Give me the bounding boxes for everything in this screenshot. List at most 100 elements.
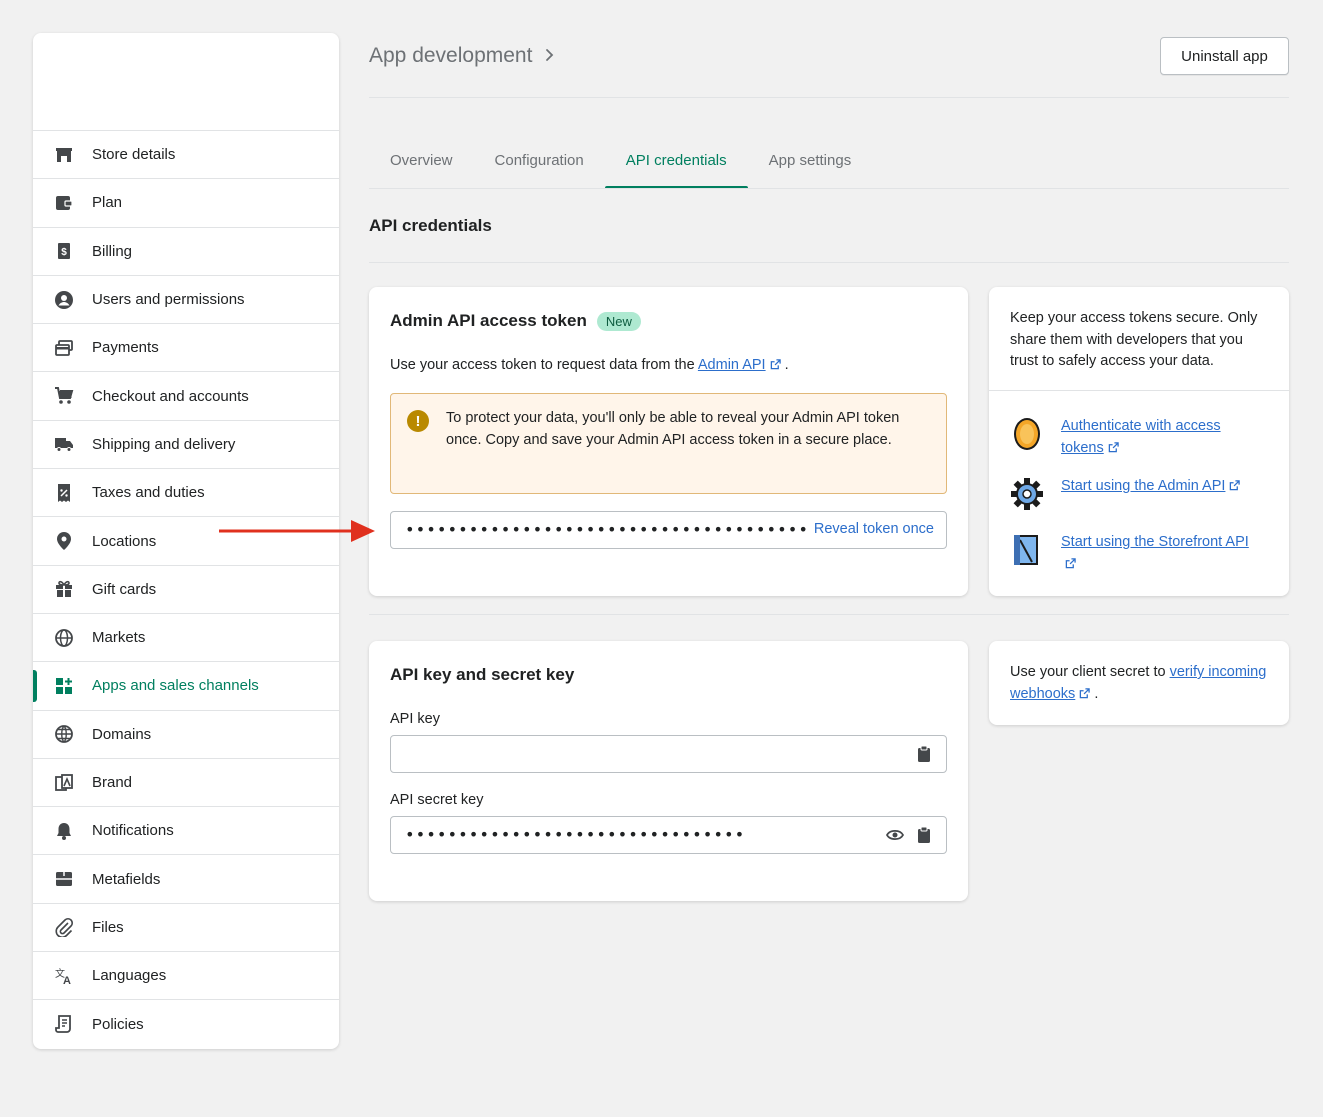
sidebar-item-label: Policies [92, 1015, 144, 1033]
sidebar-item-checkout-and-accounts[interactable]: Checkout and accounts [33, 372, 339, 421]
webhook-card: Use your client secret to verify incomin… [989, 641, 1289, 725]
token-mask: •••••••••••••••••••••••••••••••••••••• [405, 520, 810, 539]
admin-token-field[interactable]: •••••••••••••••••••••••••••••••••••••• R… [390, 511, 947, 549]
coin-icon [1014, 418, 1040, 450]
location-pin-icon [53, 530, 75, 552]
external-link-icon [1080, 687, 1091, 698]
external-link-icon [1065, 557, 1076, 568]
resource-admin-api: Start using the Admin API [1010, 476, 1241, 512]
description-suffix: . [780, 357, 789, 373]
cart-icon [53, 385, 75, 407]
api-keys-title: API key and secret key [390, 665, 575, 684]
admin-api-link[interactable]: Admin API [698, 357, 766, 373]
sidebar-item-label: Files [92, 918, 124, 936]
sidebar-item-billing[interactable]: $ Billing [33, 228, 339, 276]
sidebar-item-label: Apps and sales channels [92, 677, 259, 695]
tax-icon [53, 482, 75, 504]
external-link-icon [770, 359, 781, 370]
sidebar-item-files[interactable]: Files [33, 904, 339, 953]
admin-token-title: Admin API access token New [390, 311, 641, 331]
svg-text:A: A [63, 975, 71, 986]
sidebar-item-label: Locations [92, 532, 157, 550]
sidebar-item-users-and-permissions[interactable]: Users and permissions [33, 276, 339, 325]
resource-storefront-api: Start using the Storefront API [1010, 532, 1251, 575]
tab-bar: Overview Configuration API credentials A… [369, 135, 872, 189]
api-key-field[interactable] [390, 735, 947, 773]
admin-api-guide-label: Start using the Admin API [1061, 478, 1226, 494]
gift-icon [53, 578, 75, 600]
apps-icon [53, 675, 75, 697]
truck-icon [53, 433, 75, 455]
tab-app-settings[interactable]: App settings [748, 135, 873, 189]
billing-icon: $ [53, 240, 75, 262]
sidebar-item-notifications[interactable]: Notifications [33, 807, 339, 856]
divider [989, 390, 1289, 391]
sidebar-item-metafields[interactable]: Metafields [33, 855, 339, 904]
sidebar-item-label: Domains [92, 725, 152, 743]
sidebar-item-label: Payments [92, 339, 159, 357]
uninstall-app-button[interactable]: Uninstall app [1160, 37, 1289, 75]
divider [369, 188, 1289, 189]
brand-icon [53, 772, 75, 794]
clipboard-icon[interactable] [917, 826, 931, 844]
new-badge: New [596, 311, 641, 331]
sidebar-item-label: Notifications [92, 822, 174, 840]
storefront-icon [1014, 535, 1038, 565]
description-text: Use your access token to request data fr… [390, 357, 698, 373]
secret-mask: •••••••••••••••••••••••••••••••• [405, 825, 746, 844]
sidebar-item-brand[interactable]: Brand [33, 759, 339, 808]
sidebar-item-label: Metafields [92, 870, 161, 888]
sidebar-item-store-details[interactable]: Store details [33, 131, 339, 180]
webhook-text: Use your client secret to verify incomin… [1010, 662, 1272, 705]
domains-icon [53, 723, 75, 745]
sidebar-item-payments[interactable]: Payments [33, 324, 339, 373]
external-link-icon [1108, 441, 1119, 452]
tab-configuration[interactable]: Configuration [474, 135, 605, 189]
sidebar-nav: Store details Plan $ Billing Users and permi… [33, 131, 339, 1049]
translate-icon: 文A [53, 965, 75, 987]
sidebar-item-policies[interactable]: Policies [33, 1000, 339, 1048]
sidebar-item-gift-cards[interactable]: Gift cards [33, 566, 339, 614]
reveal-token-button[interactable]: Reveal token once [814, 521, 934, 537]
sidebar-item-languages[interactable]: 文 A Languages [33, 952, 339, 1001]
api-secret-key-field[interactable]: •••••••••••••••••••••••••••••••• [390, 816, 947, 854]
paperclip-icon [53, 916, 75, 938]
storefront-api-label: Start using the Storefront API [1061, 534, 1249, 550]
section-title: API credentials [369, 216, 492, 235]
storefront-api-link[interactable]: Start using the Storefront API [1061, 532, 1251, 575]
sidebar-item-label: Users and permissions [92, 291, 245, 309]
clipboard-icon[interactable] [917, 745, 931, 763]
divider [369, 262, 1289, 263]
sidebar-item-plan[interactable]: Plan [33, 179, 339, 228]
sidebar-header [33, 33, 339, 131]
payments-icon [53, 337, 75, 359]
authenticate-link[interactable]: Authenticate with access tokens [1061, 416, 1251, 459]
page-title: App development [369, 44, 556, 68]
bell-icon [53, 820, 75, 842]
sidebar-item-markets[interactable]: Markets [33, 614, 339, 663]
resource-authenticate: Authenticate with access tokens [1010, 416, 1251, 459]
metafields-icon [53, 868, 75, 890]
eye-icon[interactable] [886, 828, 904, 842]
sidebar-item-label: Checkout and accounts [92, 387, 249, 405]
external-link-icon [1230, 480, 1241, 491]
divider [369, 97, 1289, 98]
tab-overview[interactable]: Overview [369, 135, 474, 189]
tab-api-credentials[interactable]: API credentials [604, 135, 748, 189]
warning-icon: ! [407, 410, 429, 432]
sidebar-item-label: Billing [92, 242, 133, 260]
admin-api-guide-link[interactable]: Start using the Admin API [1061, 476, 1241, 498]
store-icon [53, 144, 75, 166]
annotation-arrow-icon [219, 520, 375, 542]
sidebar-item-shipping-and-delivery[interactable]: Shipping and delivery [33, 421, 339, 470]
sidebar-item-taxes-and-duties[interactable]: Taxes and duties [33, 469, 339, 518]
security-tips-text: Keep your access tokens secure. Only sha… [1010, 310, 1258, 369]
sidebar-item-label: Languages [92, 967, 167, 985]
policies-icon [53, 1013, 75, 1035]
webhook-text-suffix: . [1090, 685, 1099, 702]
sidebar-item-domains[interactable]: Domains [33, 711, 339, 759]
sidebar-item-apps-and-sales-channels[interactable]: Apps and sales channels [33, 662, 339, 711]
authenticate-link-label: Authenticate with access tokens [1061, 418, 1221, 456]
page-title-text: App development [369, 44, 533, 67]
chevron-right-icon[interactable] [544, 45, 556, 68]
